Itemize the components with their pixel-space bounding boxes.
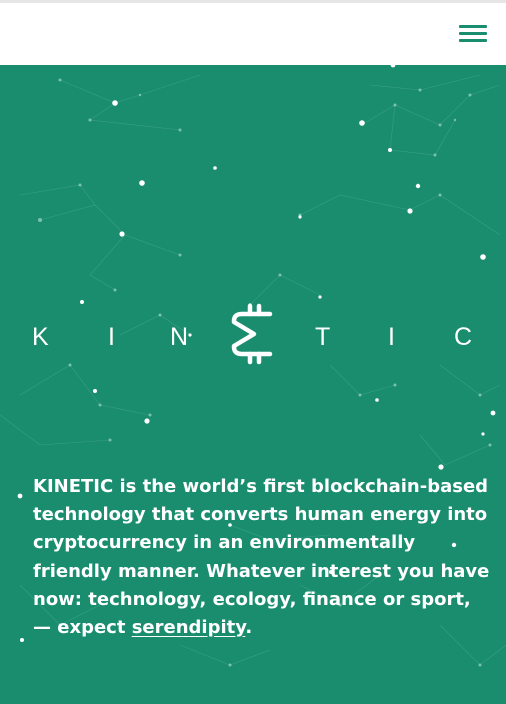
logo-letter: T: [315, 323, 331, 351]
menu-line: [459, 39, 487, 42]
logo-letter: K: [32, 323, 49, 351]
site-header: [0, 0, 506, 65]
menu-line: [459, 32, 487, 35]
logo-letter: C: [454, 323, 473, 351]
intro-text: KINETIC is the world’s first blockchain-…: [33, 473, 493, 642]
intro-body: KINETIC is the world’s first blockchain-…: [33, 476, 490, 639]
hamburger-menu-icon[interactable]: [459, 22, 487, 44]
logo-letter: N: [170, 323, 189, 351]
intro-end: .: [245, 617, 253, 639]
logo-letter: I: [388, 323, 395, 351]
menu-line: [459, 25, 487, 28]
bitcoin-e-symbol: [231, 303, 273, 365]
hero-section: K I N T I C KINETIC is the world’s first…: [0, 65, 506, 704]
logo-letter: I: [108, 323, 115, 351]
serendipity-link[interactable]: serendipity: [132, 617, 246, 638]
